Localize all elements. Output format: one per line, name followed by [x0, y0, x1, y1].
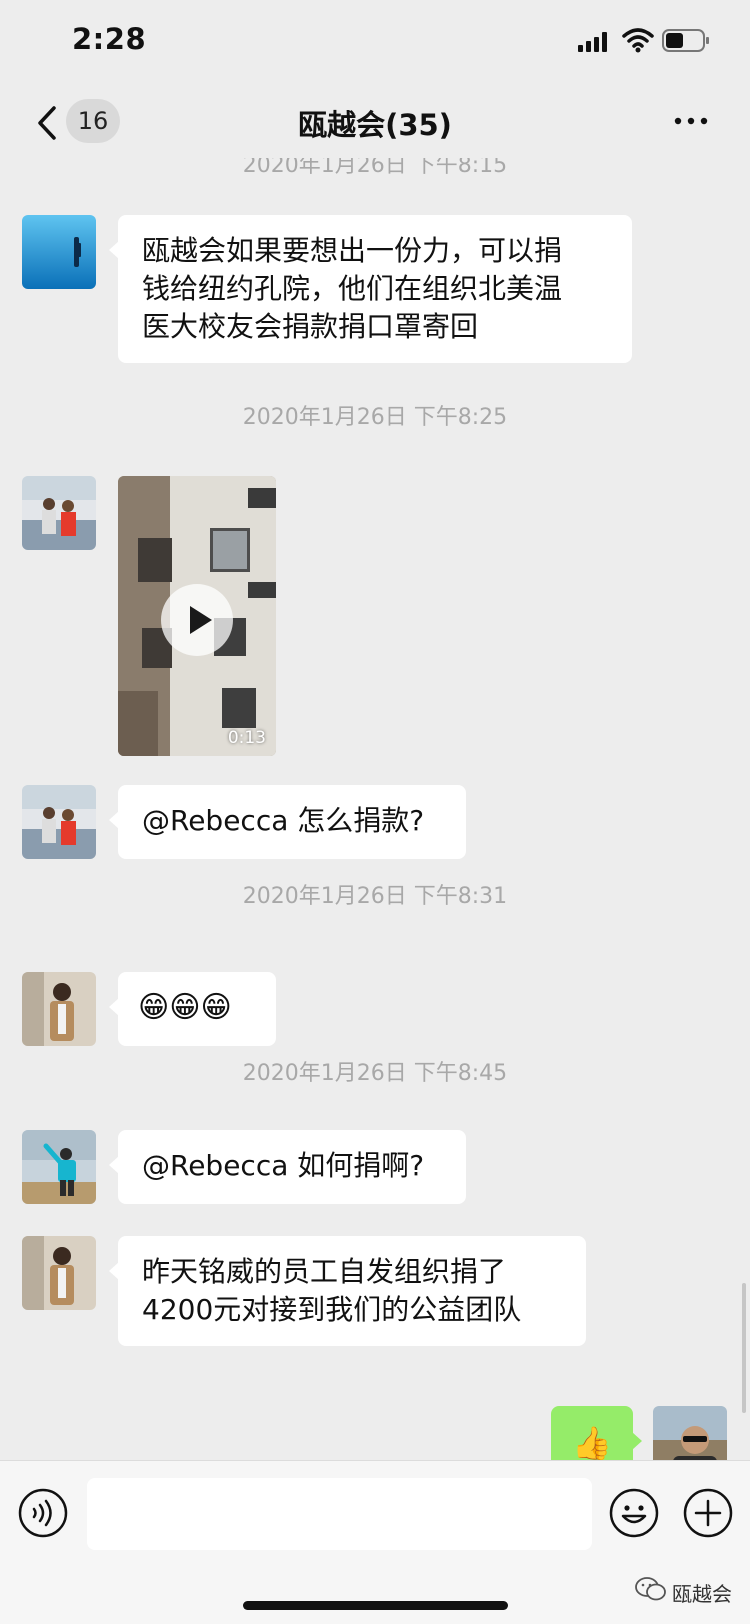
message-bubble[interactable]: @Rebecca 怎么捐款?: [109, 785, 466, 859]
unread-badge[interactable]: 16: [66, 99, 120, 143]
video-message[interactable]: 0:13: [118, 476, 276, 756]
message-bubble[interactable]: @Rebecca 如何捐啊?: [109, 1130, 466, 1204]
input-bar: 瓯越会: [0, 1460, 750, 1624]
battery-icon: [662, 29, 709, 52]
voice-icon[interactable]: [18, 1488, 68, 1538]
play-icon: [190, 606, 212, 634]
message-bubble[interactable]: 昨天铭威的员工自发组织捐了 4200元对接到我们的公益团队: [109, 1236, 586, 1346]
home-indicator: [243, 1601, 508, 1610]
status-bar: 2:28: [0, 0, 750, 88]
self-message-bubble[interactable]: 👍: [551, 1406, 642, 1460]
message-bubble[interactable]: 瓯越会如果要想出一份力，可以捐 钱给纽约孔院，他们在组织北美温 医大校友会捐款捐…: [109, 215, 632, 363]
message-emoji-text: 😁😁😁: [138, 990, 232, 1025]
avatar[interactable]: [22, 785, 96, 859]
plus-icon[interactable]: [683, 1488, 733, 1538]
avatar[interactable]: [22, 476, 96, 550]
avatar-image: [22, 785, 96, 859]
chat-message-list[interactable]: 2020年1月26日 下午8:15 瓯越会如果要想出一份力，可以捐 钱给纽约孔院…: [0, 158, 750, 1460]
more-dots-icon[interactable]: [672, 106, 712, 136]
nav-bar: 16 瓯越会(35): [0, 88, 750, 158]
video-duration: 0:13: [227, 728, 266, 748]
message-timestamp: 2020年1月26日 下午8:25: [242, 405, 508, 430]
status-time: 2:28: [72, 22, 147, 56]
emoji-icon[interactable]: [609, 1488, 659, 1538]
message-timestamp: 2020年1月26日 下午8:45: [242, 1061, 508, 1086]
avatar-image: [22, 1130, 96, 1204]
avatar-image: [22, 215, 96, 289]
message-text-line: 钱给纽约孔院，他们在组织北美温: [142, 272, 563, 305]
message-bubble[interactable]: 😁😁😁: [109, 972, 276, 1046]
message-text: @Rebecca 如何捐啊?: [142, 1149, 425, 1182]
message-timestamp: 2020年1月26日 下午8:15: [242, 158, 508, 178]
scrollbar[interactable]: [742, 1283, 746, 1413]
chevron-left-icon[interactable]: [30, 98, 70, 148]
avatar[interactable]: [22, 1130, 96, 1204]
message-text-line: 昨天铭威的员工自发组织捐了: [142, 1255, 507, 1288]
avatar-image: [22, 972, 96, 1046]
wifi-icon: [622, 28, 654, 53]
self-avatar[interactable]: [653, 1406, 727, 1460]
signal-icon: [578, 32, 607, 52]
play-button[interactable]: [161, 584, 233, 656]
watermark-text: 瓯越会: [672, 1582, 732, 1606]
message-text-line: 4200元对接到我们的公益团队: [142, 1293, 522, 1326]
message-text-line: 医大校友会捐款捐口罩寄回: [142, 310, 479, 343]
avatar-image: [22, 1236, 96, 1310]
avatar-image: [22, 476, 96, 550]
wechat-logo-icon: [635, 1577, 666, 1601]
message-timestamp: 2020年1月26日 下午8:31: [242, 884, 508, 909]
avatar[interactable]: [22, 972, 96, 1046]
message-input[interactable]: [87, 1478, 592, 1550]
avatar-image: [653, 1406, 727, 1460]
message-text: @Rebecca 怎么捐款?: [142, 804, 425, 837]
message-text-line: 瓯越会如果要想出一份力，可以捐: [142, 234, 563, 267]
chat-title: 瓯越会(35): [298, 108, 452, 142]
avatar[interactable]: [22, 1236, 96, 1310]
avatar[interactable]: [22, 215, 96, 289]
watermark: 瓯越会: [634, 1576, 746, 1606]
message-emoji-text: 👍: [572, 1424, 612, 1460]
